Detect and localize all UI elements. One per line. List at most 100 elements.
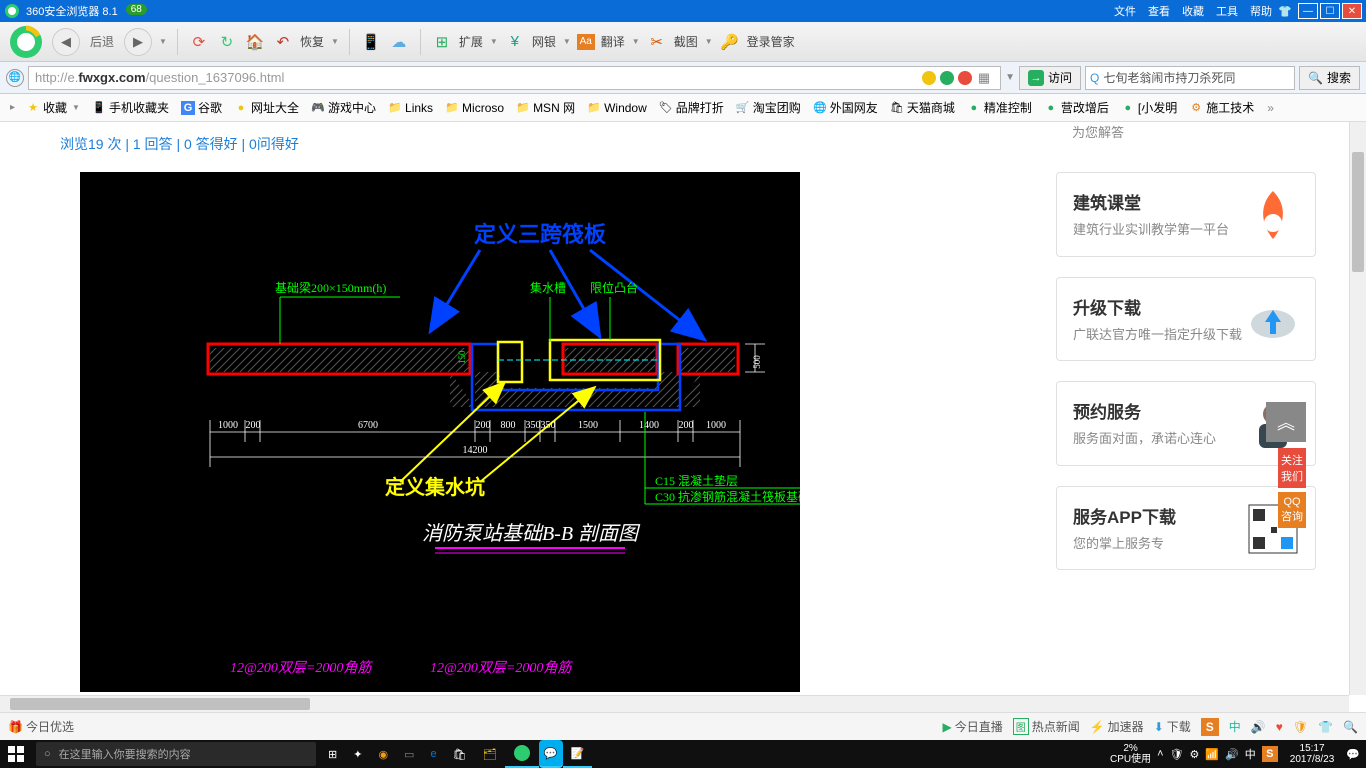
bank-icon[interactable]: ¥ [504, 31, 526, 53]
action-center-icon[interactable]: 💬 [1346, 748, 1360, 761]
cloud-icon[interactable]: ☁ [388, 31, 410, 53]
start-button[interactable] [0, 740, 32, 768]
ime-indicator[interactable]: S [1201, 718, 1219, 736]
live-today[interactable]: ▶今日直播 [942, 718, 1002, 735]
taskbar-qq[interactable]: 💬 [539, 740, 563, 768]
svg-text:消防泵站基础B-B 剖面图: 消防泵站基础B-B 剖面图 [422, 523, 641, 545]
bookmark-item[interactable]: 📁Window [582, 99, 652, 117]
window-maximize[interactable]: ☐ [1320, 3, 1340, 19]
menu-view[interactable]: 查看 [1142, 3, 1176, 19]
site-badge-icon [922, 71, 936, 85]
refresh-icon[interactable]: ↻ [216, 31, 238, 53]
bookmark-item[interactable]: 📁MSN 网 [511, 97, 580, 118]
url-dropdown[interactable]: ▼ [1005, 72, 1015, 83]
download-mgr[interactable]: ⬇下载 [1154, 718, 1191, 735]
status-zoom[interactable]: 🔍 [1343, 720, 1358, 734]
bookmark-item[interactable]: 📱手机收藏夹 [87, 97, 174, 118]
bookmark-item[interactable]: 🏷品牌打折 [654, 97, 729, 118]
sidebar-card-course[interactable]: 建筑课堂 建筑行业实训教学第一平台 [1056, 172, 1316, 257]
taskbar-notes[interactable]: 📝 [563, 740, 593, 768]
bookmark-item[interactable]: 📁Microso [440, 99, 509, 117]
tray-volume-icon[interactable]: 🔊 [1225, 748, 1239, 761]
taskbar-explorer[interactable]: 🗂 [475, 740, 505, 768]
visit-button[interactable]: → 访问 [1019, 66, 1081, 90]
bookmark-item[interactable]: 📁Links [383, 99, 438, 117]
taskbar-edge[interactable]: e [422, 740, 444, 768]
home2-icon[interactable]: 🏠 [244, 31, 266, 53]
follow-us-tag[interactable]: 关注我们 [1278, 448, 1306, 488]
qrcode-icon[interactable]: ▦ [974, 70, 994, 86]
taskbar-search[interactable]: ○ 在这里输入你要搜索的内容 [36, 742, 316, 766]
task-view[interactable]: ⊞ [320, 740, 345, 768]
vertical-scrollbar[interactable] [1349, 122, 1366, 695]
window-minimize[interactable]: — [1298, 3, 1318, 19]
cpu-meter[interactable]: 2%CPU使用 [1110, 743, 1151, 765]
cortana-icon: ○ [44, 748, 51, 760]
tray-ime-icon[interactable]: 中 [1245, 746, 1256, 762]
status-hanger[interactable]: 👕 [1318, 720, 1333, 734]
status-sound[interactable]: 🔊 [1251, 720, 1266, 734]
tray-network-icon[interactable]: ⚙ [1190, 748, 1200, 761]
bookmark-overflow[interactable]: » [1261, 101, 1280, 115]
home-icon[interactable]: ⟳ [188, 31, 210, 53]
search-input[interactable]: Q 七旬老翁闹市持刀杀死同 [1085, 66, 1295, 90]
skin-icon[interactable]: 👕 [1278, 5, 1296, 18]
bookmark-item[interactable]: 🎮游戏中心 [306, 97, 381, 118]
bookmark-item[interactable]: ●营改增后 [1039, 97, 1114, 118]
tray-up-icon[interactable]: ˄ [1157, 748, 1163, 760]
bookmark-item[interactable]: ●[小发明 [1116, 97, 1182, 118]
accelerator[interactable]: ⚡加速器 [1090, 718, 1144, 735]
app-icon [4, 3, 20, 19]
tray-safe-icon[interactable]: 🛡 [1170, 748, 1184, 761]
screenshot-icon[interactable]: ✂ [646, 31, 668, 53]
bookmark-item[interactable]: ●精准控制 [962, 97, 1037, 118]
taskbar-clock[interactable]: 15:172017/8/23 [1284, 743, 1341, 765]
nav-forward-button[interactable]: ▶ [124, 28, 152, 56]
taskbar-app[interactable]: ✦ [345, 740, 370, 768]
taskbar-app[interactable]: ▭ [396, 740, 422, 768]
bookmark-item[interactable]: 🌐外国网友 [808, 97, 883, 118]
restore-label: 恢复 [300, 33, 324, 50]
taskbar-app[interactable]: ◉ [370, 740, 396, 768]
menu-favorites[interactable]: 收藏 [1176, 3, 1210, 19]
bookmark-item[interactable]: ●网址大全 [229, 97, 304, 118]
status-heart[interactable]: ♥ [1276, 720, 1283, 734]
url-input[interactable]: http://e.fwxgx.com/question_1637096.html… [28, 66, 1001, 90]
translate-icon[interactable]: Aa [577, 34, 595, 50]
today-picks[interactable]: 🎁今日优选 [8, 718, 74, 735]
search-button[interactable]: 🔍 搜索 [1299, 66, 1360, 90]
bookmark-item[interactable]: 🛍天猫商城 [885, 97, 960, 118]
login-icon[interactable]: 🔑 [719, 31, 741, 53]
status-ime[interactable]: 中 [1229, 718, 1241, 735]
menu-file[interactable]: 文件 [1108, 3, 1142, 19]
extensions-icon[interactable]: ⊞ [431, 31, 453, 53]
horizontal-scrollbar[interactable] [0, 695, 1349, 712]
window-close[interactable]: ✕ [1342, 3, 1362, 19]
bookmark-item[interactable]: G谷歌 [176, 97, 227, 118]
bookmark-item[interactable]: 🛒淘宝团购 [731, 97, 806, 118]
qq-consult-tag[interactable]: QQ咨询 [1278, 492, 1306, 528]
sidebar-card-app[interactable]: 服务APP下载 您的掌上服务专 [1056, 486, 1316, 571]
favorites-menu[interactable]: ★收藏▼ [21, 97, 85, 118]
scroll-top-button[interactable]: ︽ [1266, 402, 1306, 442]
translate-label: 翻译 [601, 33, 625, 50]
taskbar-360[interactable] [505, 740, 539, 768]
login-label: 登录管家 [747, 33, 795, 50]
hot-news[interactable]: 图热点新闻 [1013, 718, 1080, 735]
browser-logo-icon[interactable] [6, 22, 46, 62]
mobile-icon[interactable]: 📱 [360, 31, 382, 53]
sidebar-card-upgrade[interactable]: 升级下载 广联达官方唯一指定升级下载 [1056, 277, 1316, 362]
search-hint: 七旬老翁闹市持刀杀死同 [1103, 69, 1235, 86]
taskbar-store[interactable]: 🛍 [445, 740, 475, 768]
tray-sogou-icon[interactable]: S [1262, 746, 1278, 762]
restore-icon[interactable]: ↶ [272, 31, 294, 53]
menu-tools[interactable]: 工具 [1210, 3, 1244, 19]
tray-wifi-icon[interactable]: 📶 [1205, 748, 1219, 761]
status-shield[interactable]: 🛡 [1293, 720, 1308, 734]
bookmark-item[interactable]: ⚙施工技术 [1184, 97, 1259, 118]
bookmark-menu-icon[interactable]: ▸ [6, 102, 19, 113]
nav-back-button[interactable]: ◀ [52, 28, 80, 56]
nav-history-dropdown[interactable]: ▼ [159, 37, 167, 46]
menu-help[interactable]: 帮助 [1244, 3, 1278, 19]
search-provider-icon: Q [1090, 71, 1099, 85]
